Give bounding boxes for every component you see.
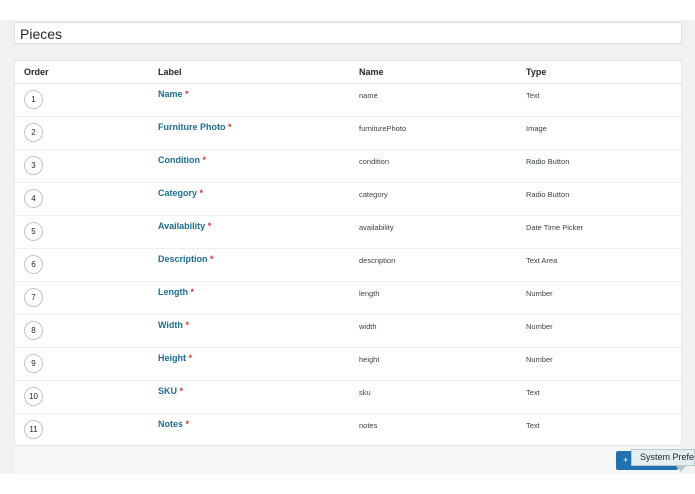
field-type: Text: [526, 91, 540, 100]
field-type: Radio Button: [526, 157, 570, 166]
fields-table: Order Label Name Type 1 Name * name Text…: [14, 60, 682, 446]
table-row[interactable]: 5 Availability * availability Date Time …: [15, 215, 681, 249]
top-bar: [0, 0, 695, 20]
column-header-name: Name: [359, 67, 384, 77]
field-label-link[interactable]: Name *: [158, 89, 189, 99]
order-badge[interactable]: 7: [24, 288, 43, 307]
required-mark: *: [199, 188, 204, 198]
table-row[interactable]: 4 Category * category Radio Button: [15, 182, 681, 216]
field-type: Text Area: [526, 256, 558, 265]
field-type: Number: [526, 322, 553, 331]
order-badge[interactable]: 5: [24, 222, 43, 241]
field-label-link[interactable]: Length *: [158, 287, 194, 297]
order-badge[interactable]: 2: [24, 123, 43, 142]
table-row[interactable]: 10 SKU * sku Text: [15, 380, 681, 414]
order-badge[interactable]: 1: [24, 90, 43, 109]
table-header: Order Label Name Type: [15, 61, 681, 84]
field-name: sku: [359, 388, 371, 397]
required-mark: *: [185, 89, 189, 99]
required-mark: *: [190, 287, 195, 297]
table-row[interactable]: 6 Description * description Text Area: [15, 248, 681, 282]
field-type: Radio Button: [526, 190, 570, 199]
column-header-label: Label: [158, 67, 182, 77]
tooltip-pointer: [676, 466, 686, 472]
field-name: width: [359, 322, 377, 331]
field-name: furniturePhoto: [359, 124, 407, 133]
table-row[interactable]: 9 Height * height Number: [15, 347, 681, 381]
field-name: name: [359, 91, 378, 100]
required-mark: *: [228, 122, 232, 132]
field-type: Text: [526, 421, 540, 430]
field-type: Text: [526, 388, 540, 397]
required-mark: *: [179, 386, 184, 396]
order-badge[interactable]: 8: [24, 321, 43, 340]
table-row[interactable]: 1 Name * name Text: [15, 83, 681, 117]
field-name: notes: [359, 421, 378, 430]
order-badge[interactable]: 6: [24, 255, 43, 274]
table-row[interactable]: 11 Notes * notes Text: [15, 413, 681, 446]
table-row[interactable]: 7 Length * length Number: [15, 281, 681, 315]
column-header-order: Order: [24, 67, 49, 77]
field-label-link[interactable]: SKU *: [158, 386, 183, 396]
field-label-link[interactable]: Availability *: [158, 221, 211, 231]
bottom-bar: [0, 474, 695, 494]
table-row[interactable]: 8 Width * width Number: [15, 314, 681, 348]
required-mark: *: [188, 353, 193, 363]
required-mark: *: [185, 419, 190, 429]
order-badge[interactable]: 9: [24, 354, 43, 373]
table-footer: [14, 446, 682, 474]
field-label-link[interactable]: Description *: [158, 254, 214, 264]
field-label-link[interactable]: Height *: [158, 353, 192, 363]
required-mark: *: [207, 221, 212, 231]
column-header-type: Type: [526, 67, 547, 77]
system-preferences-tooltip: System Preferences: [631, 449, 695, 466]
field-type: Image: [526, 124, 547, 133]
table-row[interactable]: 3 Condition * condition Radio Button: [15, 149, 681, 183]
field-name: height: [359, 355, 380, 364]
field-type: Number: [526, 289, 553, 298]
table-row[interactable]: 2 Furniture Photo * furniturePhoto Image: [15, 116, 681, 150]
required-mark: *: [185, 320, 189, 330]
field-label-link[interactable]: Notes *: [158, 419, 189, 429]
field-name: availability: [359, 223, 394, 232]
field-label-link[interactable]: Furniture Photo *: [158, 122, 232, 132]
field-name: category: [359, 190, 388, 199]
field-label-link[interactable]: Width *: [158, 320, 189, 330]
field-name: condition: [359, 157, 390, 166]
page-title: Pieces: [20, 26, 63, 42]
required-mark: *: [210, 254, 214, 264]
field-label-link[interactable]: Condition *: [158, 155, 206, 165]
field-group-title-input[interactable]: Pieces: [14, 22, 682, 44]
field-label-link[interactable]: Category *: [158, 188, 203, 198]
required-mark: *: [202, 155, 207, 165]
order-badge[interactable]: 4: [24, 189, 43, 208]
order-badge[interactable]: 11: [24, 420, 43, 439]
field-type: Date Time Picker: [526, 223, 584, 232]
field-name: length: [359, 289, 380, 298]
field-type: Number: [526, 355, 553, 364]
order-badge[interactable]: 10: [24, 387, 43, 406]
field-name: description: [359, 256, 396, 265]
order-badge[interactable]: 3: [24, 156, 43, 175]
